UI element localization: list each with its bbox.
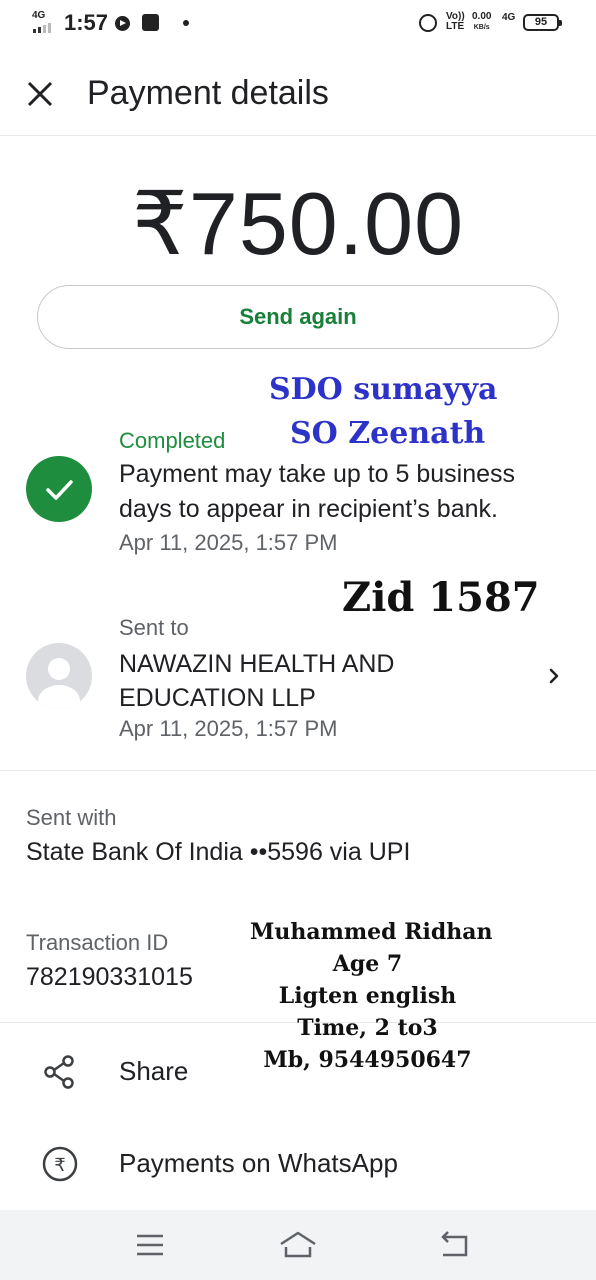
battery-icon: 95 — [523, 14, 562, 31]
annotation-note-line: Ligten english — [278, 983, 457, 1009]
sent-with-label: Sent with — [26, 805, 117, 830]
chevron-right-icon — [549, 668, 559, 684]
recipient-timestamp: Apr 11, 2025, 1:57 PM — [119, 716, 338, 741]
annotation-line2: SO Zeenath — [290, 416, 486, 451]
sent-with-value: State Bank Of India ••5596 via UPI — [26, 838, 411, 866]
play-icon — [115, 16, 130, 31]
navigation-bar — [0, 1210, 596, 1280]
status-bar: 4G 1:57 Vo)) LTE 0.00 KB/s 4G 95 — [0, 0, 596, 46]
payment-amount: ₹750.00 — [131, 174, 465, 273]
status-timestamp: Apr 11, 2025, 1:57 PM — [119, 530, 338, 555]
avatar — [26, 643, 92, 709]
payments-on-whatsapp-button[interactable]: ₹ Payments on WhatsApp — [0, 1124, 596, 1204]
status-description: Payment may take up to 5 business days t… — [119, 460, 516, 523]
app-bar: Payment details — [0, 46, 596, 136]
mobile-data-indicator: 4G — [502, 12, 516, 23]
recipient-name: NAWAZIN HEALTH AND EDUCATION LLP — [119, 650, 395, 712]
annotation-note-line: Muhammed Ridhan — [250, 919, 493, 945]
annotation-note-line: Time, 2 to3 — [297, 1015, 438, 1041]
annotation-note-line: Mb, 9544950647 — [263, 1047, 472, 1073]
transaction-id-value: 782190331015 — [26, 963, 193, 991]
sent-to-label: Sent to — [119, 615, 189, 640]
send-again-button[interactable]: Send again — [37, 285, 559, 349]
share-icon — [44, 1055, 74, 1089]
rupee-circle-icon: ₹ — [42, 1146, 78, 1182]
person-icon — [38, 658, 80, 709]
divider — [0, 770, 596, 771]
status-time: 1:57 — [64, 10, 109, 35]
annotation-note-line: Age 7 — [332, 951, 403, 977]
speed-unit: KB/s — [473, 24, 490, 31]
home-icon — [280, 1231, 316, 1258]
annotation-zid: Zid 1587 — [342, 574, 540, 621]
speed-value: 0.00 — [472, 11, 492, 22]
home-button[interactable] — [278, 1228, 318, 1262]
svg-text:₹: ₹ — [54, 1155, 65, 1176]
back-button[interactable] — [434, 1228, 474, 1262]
message-icon — [142, 14, 159, 31]
network-type: 4G — [32, 10, 46, 21]
transaction-id-label: Transaction ID — [26, 930, 169, 955]
signal-icon — [33, 23, 57, 33]
alarm-icon — [419, 14, 437, 32]
menu-button[interactable] — [130, 1228, 170, 1262]
back-icon — [441, 1231, 468, 1257]
annotation-note: Muhammed Ridhan Age 7 Ligten english Tim… — [250, 916, 493, 1076]
share-label: Share — [119, 1056, 189, 1086]
close-button[interactable] — [18, 72, 62, 116]
annotation-line1: SDO sumayya — [269, 372, 498, 407]
payments-on-whatsapp-label: Payments on WhatsApp — [119, 1148, 398, 1178]
check-icon — [26, 456, 92, 522]
menu-icon — [137, 1234, 163, 1256]
close-icon — [27, 81, 53, 107]
recipient-row[interactable]: Sent to NAWAZIN HEALTH AND EDUCATION LLP… — [0, 605, 596, 750]
page-title: Payment details — [87, 74, 329, 112]
network-speed: 0.00 KB/s — [472, 12, 491, 33]
status-label: Completed — [119, 428, 226, 453]
volte-indicator: Vo)) LTE — [446, 11, 465, 32]
notification-dot-icon — [183, 20, 189, 26]
